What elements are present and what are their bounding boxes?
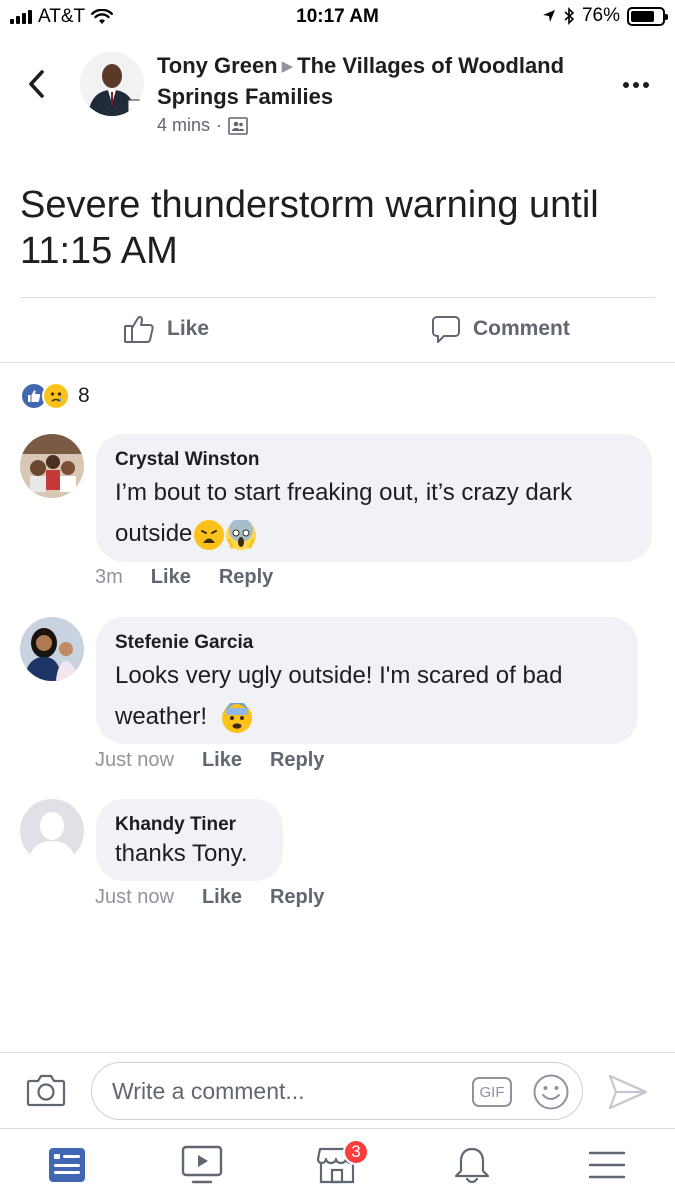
status-bar: AT&T 10:17 AM 76% (0, 0, 675, 34)
post-action-bar: Like Comment (0, 298, 675, 362)
comment-text: Looks very ugly outside! I'm scared of b… (115, 655, 618, 737)
comment-time: Just now (95, 886, 174, 908)
commenter-photo (20, 617, 84, 681)
tab-news-feed[interactable] (45, 1143, 89, 1187)
weary-face-emoji-icon (194, 519, 225, 550)
tab-marketplace[interactable]: 3 (315, 1139, 369, 1187)
comment-like-button[interactable]: Like (151, 566, 191, 589)
commenter-name[interactable]: Stefenie Garcia (115, 631, 618, 655)
post-text: Severe thunderstorm warning until 11:15 … (20, 184, 599, 272)
back-icon[interactable] (22, 66, 52, 102)
comment-reply-button[interactable]: Reply (270, 749, 324, 772)
comment-time: 3m (95, 566, 123, 588)
fearful-face-emoji-icon (222, 700, 253, 733)
comment-reply-button[interactable]: Reply (270, 886, 324, 909)
divider (0, 362, 675, 363)
battery-icon (627, 6, 668, 26)
commenter-photo (20, 434, 84, 498)
more-options-icon[interactable] (623, 82, 649, 88)
author-photo (80, 52, 144, 116)
sad-reaction-icon (42, 382, 70, 410)
comment-text-line: Looks very ugly outside! I'm scared of b… (115, 662, 563, 689)
comment-reply-button[interactable]: Reply (219, 566, 273, 589)
comment-text: I’m bout to start freaking out, it’s cra… (115, 472, 632, 554)
comment-button[interactable]: Comment (431, 314, 570, 344)
comment-like-button[interactable]: Like (202, 886, 242, 909)
screaming-face-emoji-icon (226, 517, 257, 550)
comment-actions: 3m Like Reply (95, 566, 273, 589)
comment-label: Comment (473, 317, 570, 340)
commenter-avatar[interactable] (20, 617, 84, 681)
comment-bubble-icon (432, 316, 460, 343)
news-feed-icon (49, 1148, 85, 1182)
meta-separator: · (216, 115, 223, 135)
watch-video-icon (181, 1145, 223, 1184)
like-label: Like (167, 317, 210, 340)
hamburger-menu-icon (588, 1151, 626, 1179)
default-avatar-icon (20, 799, 84, 863)
post-title: Tony Green ▶ The Villages of Woodland Spri… (157, 52, 607, 111)
tab-notifications[interactable] (450, 1143, 494, 1187)
comment-field[interactable]: GIF (91, 1062, 583, 1120)
comment-actions: Just now Like Reply (95, 886, 324, 909)
battery-fill (631, 10, 654, 22)
commenter-avatar[interactable] (20, 799, 84, 863)
comment-text-content: I’m bout to start freaking out, it’s cra… (115, 479, 573, 547)
tab-watch[interactable] (180, 1143, 224, 1187)
status-indicators: 76% (542, 5, 668, 27)
author-name[interactable]: Tony Green (157, 53, 278, 78)
gif-button[interactable]: GIF (472, 1077, 512, 1107)
comment-input[interactable] (112, 1075, 452, 1107)
tab-menu[interactable] (585, 1143, 629, 1187)
location-arrow-icon (542, 10, 555, 22)
reactions-summary[interactable]: 8 (20, 382, 90, 410)
commenter-name[interactable]: Crystal Winston (115, 448, 632, 472)
author-avatar[interactable] (80, 52, 144, 116)
comment-text-line: weather! (115, 703, 208, 730)
tab-bar: 3 (0, 1128, 675, 1200)
comment-bubble[interactable]: Crystal Winston I’m bout to start freaki… (96, 434, 652, 562)
comment-text: thanks Tony. (115, 840, 248, 867)
thumbs-up-icon (124, 315, 154, 343)
reaction-count: 8 (78, 384, 90, 407)
comment-composer: GIF (0, 1052, 675, 1128)
comment-like-button[interactable]: Like (202, 749, 242, 772)
sticker-smile-icon[interactable] (532, 1073, 570, 1111)
like-button[interactable]: Like (123, 314, 209, 344)
shared-to-arrow-icon: ▶ (281, 58, 294, 75)
notification-badge: 3 (343, 1139, 369, 1165)
post-meta: Tony Green ▶ The Villages of Woodland Spri… (157, 52, 607, 136)
battery-percent: 76% (581, 5, 620, 26)
commenter-avatar[interactable] (20, 434, 84, 498)
post-subline: 4 mins · (157, 115, 607, 136)
commenter-name[interactable]: Khandy Tiner (115, 813, 263, 837)
bell-icon (454, 1147, 490, 1184)
comment-actions: Just now Like Reply (95, 749, 324, 772)
comment-bubble[interactable]: Khandy Tiner thanks Tony. (96, 799, 283, 881)
comment-time: Just now (95, 749, 174, 771)
comment-bubble[interactable]: Stefenie Garcia Looks very ugly outside!… (96, 617, 638, 744)
bluetooth-icon (564, 7, 575, 25)
group-audience-icon (228, 116, 248, 135)
camera-icon[interactable] (26, 1073, 66, 1107)
send-icon[interactable] (607, 1073, 649, 1111)
post-time[interactable]: 4 mins (157, 115, 210, 136)
